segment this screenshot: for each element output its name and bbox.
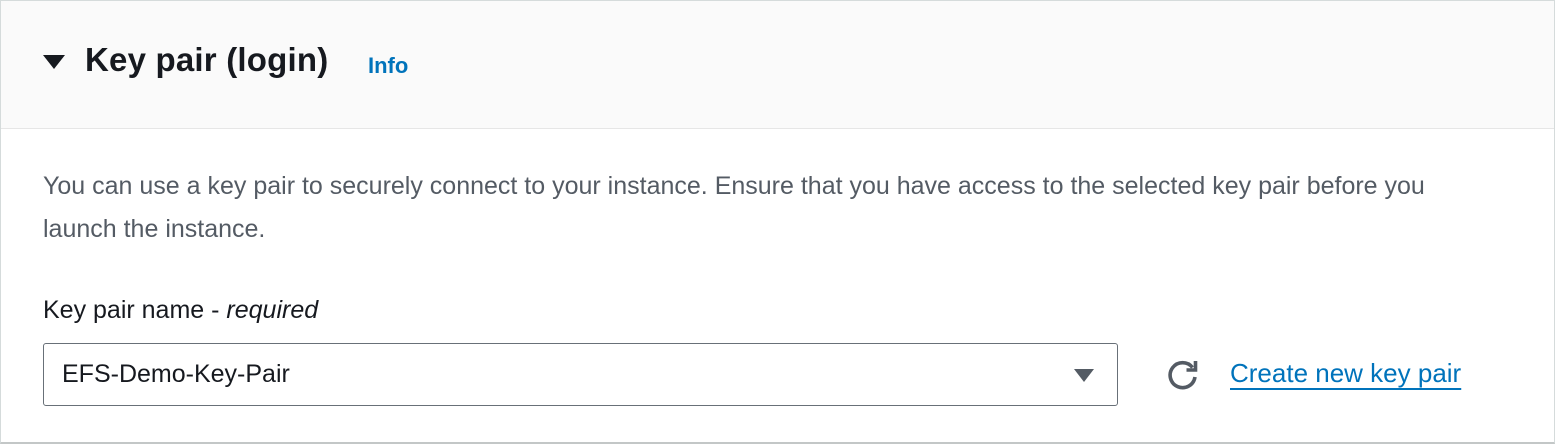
key-pair-select[interactable]: EFS-Demo-Key-Pair xyxy=(43,343,1118,406)
key-pair-panel: Key pair (login) Info You can use a key … xyxy=(0,0,1555,444)
field-label-text: Key pair name - xyxy=(43,296,227,324)
expand-caret-icon[interactable] xyxy=(43,55,65,69)
required-label: required xyxy=(226,296,319,324)
key-pair-name-label: Key pair name - required xyxy=(43,296,318,325)
refresh-icon[interactable] xyxy=(1164,356,1202,394)
refresh-icon-graphic xyxy=(1168,360,1198,390)
section-description: You can use a key pair to securely conne… xyxy=(43,172,1425,243)
key-pair-selected-value: EFS-Demo-Key-Pair xyxy=(62,360,290,388)
section-title: Key pair (login) xyxy=(85,41,329,78)
dropdown-caret-icon xyxy=(1074,369,1094,382)
create-new-key-pair-link[interactable]: Create new key pair xyxy=(1230,358,1461,389)
info-link[interactable]: Info xyxy=(368,53,408,79)
panel-header: Key pair (login) Info xyxy=(1,1,1554,129)
